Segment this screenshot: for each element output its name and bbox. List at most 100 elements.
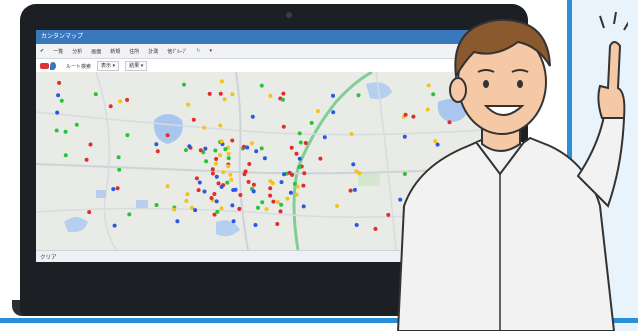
map-marker[interactable] bbox=[198, 148, 203, 153]
map-marker[interactable] bbox=[251, 189, 256, 194]
map-marker[interactable] bbox=[116, 155, 121, 160]
display-select[interactable]: 表示 ▾ bbox=[97, 61, 120, 71]
map-marker[interactable] bbox=[203, 146, 208, 151]
map-marker[interactable] bbox=[226, 151, 231, 156]
toolbar-other-group[interactable]: 他ｸﾞﾙｰﾌﾟ bbox=[167, 48, 187, 55]
map-marker[interactable] bbox=[214, 174, 219, 179]
map-marker[interactable] bbox=[57, 80, 62, 85]
map-marker[interactable] bbox=[322, 135, 327, 140]
map-marker[interactable] bbox=[172, 207, 177, 212]
map-marker[interactable] bbox=[154, 203, 159, 207]
map-marker[interactable] bbox=[210, 167, 215, 172]
map-marker[interactable] bbox=[253, 223, 258, 227]
map-marker[interactable] bbox=[210, 171, 215, 176]
map-marker[interactable] bbox=[214, 161, 218, 166]
map-marker[interactable] bbox=[196, 188, 201, 193]
map-marker[interactable] bbox=[287, 170, 292, 175]
map-marker[interactable] bbox=[226, 164, 231, 169]
map-marker[interactable] bbox=[281, 124, 286, 129]
map-marker[interactable] bbox=[294, 192, 299, 197]
map-marker[interactable] bbox=[356, 93, 361, 98]
map-marker[interactable] bbox=[219, 139, 224, 144]
map-marker[interactable] bbox=[315, 109, 320, 114]
map-marker[interactable] bbox=[259, 83, 264, 88]
map-marker[interactable] bbox=[303, 141, 308, 145]
map-marker[interactable] bbox=[280, 97, 285, 102]
map-marker[interactable] bbox=[294, 151, 299, 156]
map-marker[interactable] bbox=[331, 110, 336, 115]
map-marker[interactable] bbox=[231, 188, 236, 192]
map-marker[interactable] bbox=[213, 148, 218, 153]
map-marker[interactable] bbox=[182, 82, 186, 87]
map-marker[interactable] bbox=[155, 149, 160, 154]
map-marker[interactable] bbox=[373, 226, 378, 231]
map-marker[interactable] bbox=[84, 157, 89, 162]
map-marker[interactable] bbox=[229, 177, 234, 182]
map-marker[interactable] bbox=[54, 128, 59, 133]
toolbar-screen[interactable]: 画面 bbox=[91, 48, 101, 55]
map-marker[interactable] bbox=[209, 196, 214, 200]
route-search-label[interactable]: ルート検索 bbox=[66, 63, 91, 70]
map-marker[interactable] bbox=[125, 97, 130, 102]
map-marker[interactable] bbox=[279, 180, 284, 185]
map-marker[interactable] bbox=[165, 184, 170, 189]
map-marker[interactable] bbox=[262, 156, 267, 161]
map-marker[interactable] bbox=[281, 91, 286, 96]
map-marker[interactable] bbox=[285, 196, 290, 201]
toolbar-new[interactable]: 新規 bbox=[110, 48, 120, 55]
map-marker[interactable] bbox=[88, 142, 93, 147]
map-marker[interactable] bbox=[302, 171, 307, 176]
refresh-icon[interactable]: ↻ bbox=[196, 48, 200, 54]
map-marker[interactable] bbox=[256, 205, 260, 210]
map-marker[interactable] bbox=[289, 145, 294, 150]
map-marker[interactable] bbox=[87, 210, 92, 215]
map-marker[interactable] bbox=[246, 179, 251, 184]
toolbar-address[interactable]: 住所 bbox=[129, 48, 139, 55]
map-marker[interactable] bbox=[251, 182, 256, 187]
map-marker[interactable] bbox=[112, 223, 117, 228]
map-marker[interactable] bbox=[218, 91, 223, 96]
map-marker[interactable] bbox=[268, 93, 273, 98]
map-marker[interactable] bbox=[226, 156, 231, 161]
map-marker[interactable] bbox=[254, 149, 259, 154]
map-marker[interactable] bbox=[216, 181, 221, 186]
map-marker[interactable] bbox=[193, 208, 198, 213]
clear-button[interactable]: クリア bbox=[40, 253, 57, 261]
map-marker[interactable] bbox=[214, 157, 219, 161]
map-marker[interactable] bbox=[351, 162, 356, 167]
result-select[interactable]: 結果 ▾ bbox=[125, 61, 148, 71]
map-marker[interactable] bbox=[275, 222, 280, 226]
map-marker[interactable] bbox=[260, 200, 265, 205]
map-marker[interactable] bbox=[197, 180, 202, 185]
map-marker[interactable] bbox=[225, 180, 230, 185]
map-marker[interactable] bbox=[219, 206, 224, 211]
map-marker[interactable] bbox=[259, 146, 264, 151]
map-marker[interactable] bbox=[108, 104, 113, 109]
map-marker[interactable] bbox=[242, 144, 246, 149]
map-marker[interactable] bbox=[268, 193, 273, 198]
map-marker[interactable] bbox=[230, 92, 235, 97]
map-marker[interactable] bbox=[276, 200, 280, 205]
map-marker[interactable] bbox=[268, 179, 273, 184]
map-marker[interactable] bbox=[187, 144, 192, 149]
map-marker[interactable] bbox=[348, 188, 353, 193]
map-marker[interactable] bbox=[297, 165, 302, 169]
map-marker[interactable] bbox=[74, 122, 79, 127]
map-marker[interactable] bbox=[219, 184, 224, 189]
map-marker[interactable] bbox=[202, 125, 207, 130]
map-marker[interactable] bbox=[230, 203, 235, 208]
map-marker[interactable] bbox=[115, 186, 120, 191]
toolbar-list[interactable]: 一覧 bbox=[53, 48, 63, 55]
map-marker[interactable] bbox=[59, 98, 64, 103]
map-marker[interactable] bbox=[237, 206, 242, 211]
map-marker[interactable] bbox=[184, 148, 188, 153]
map-marker[interactable] bbox=[295, 184, 300, 189]
map-marker[interactable] bbox=[354, 223, 359, 227]
map-marker[interactable] bbox=[250, 114, 255, 119]
map-marker[interactable] bbox=[268, 186, 273, 191]
map-marker[interactable] bbox=[271, 199, 276, 204]
map-marker[interactable] bbox=[117, 167, 122, 172]
map-marker[interactable] bbox=[298, 140, 303, 145]
map-marker[interactable] bbox=[301, 204, 306, 209]
map-marker[interactable] bbox=[221, 170, 226, 175]
